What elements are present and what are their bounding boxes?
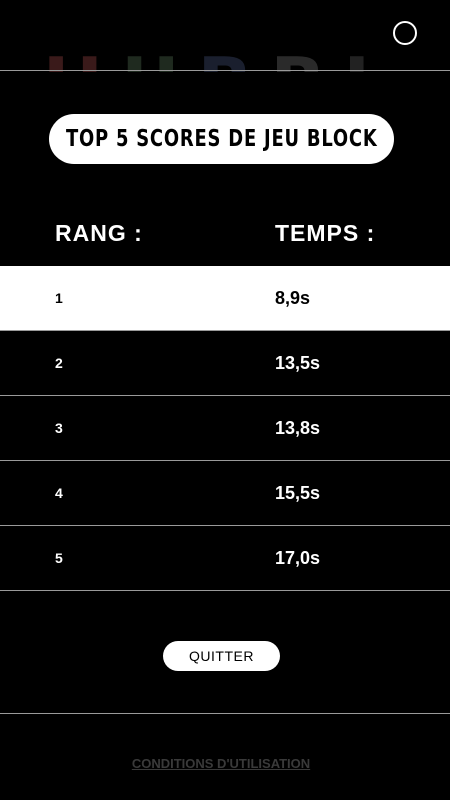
watermark-letter: B — [270, 44, 343, 72]
score-time: 13,8s — [275, 417, 321, 438]
score-row: 3 13,8s — [0, 396, 450, 460]
time-column-header: TEMPS : — [275, 220, 376, 246]
circle-close-icon[interactable] — [393, 21, 417, 45]
top-divider — [0, 70, 450, 71]
scores-title-banner: TOP 5 SCORES DE JEU BLOCK — [49, 114, 394, 164]
background-watermark-title: HUBBL — [0, 44, 450, 72]
terms-of-use-link[interactable]: CONDITIONS D'UTILISATION — [0, 756, 442, 771]
score-time: 17,0s — [275, 547, 321, 568]
scores-title: TOP 5 SCORES DE JEU BLOCK — [65, 126, 378, 152]
watermark-letter: L — [343, 44, 407, 72]
score-row: 5 17,0s — [0, 526, 450, 590]
score-time: 8,9s — [275, 287, 311, 308]
score-rank: 1 — [55, 290, 63, 306]
rank-column-header: RANG : — [55, 220, 143, 246]
score-row: 1 8,9s — [0, 266, 450, 330]
score-rank: 3 — [55, 420, 63, 436]
score-rank: 5 — [55, 550, 63, 566]
score-time: 13,5s — [275, 352, 321, 373]
score-rank: 2 — [55, 355, 63, 371]
watermark-letter: U — [121, 44, 197, 72]
score-row: 2 13,5s — [0, 331, 450, 395]
score-rank: 4 — [55, 485, 63, 501]
watermark-letter: B — [198, 44, 271, 72]
watermark-letter: H — [43, 44, 121, 72]
row-divider — [0, 590, 450, 591]
score-time: 15,5s — [275, 482, 321, 503]
bottom-divider — [0, 713, 450, 714]
score-row: 4 15,5s — [0, 461, 450, 525]
quit-button[interactable]: QUITTER — [163, 641, 280, 671]
